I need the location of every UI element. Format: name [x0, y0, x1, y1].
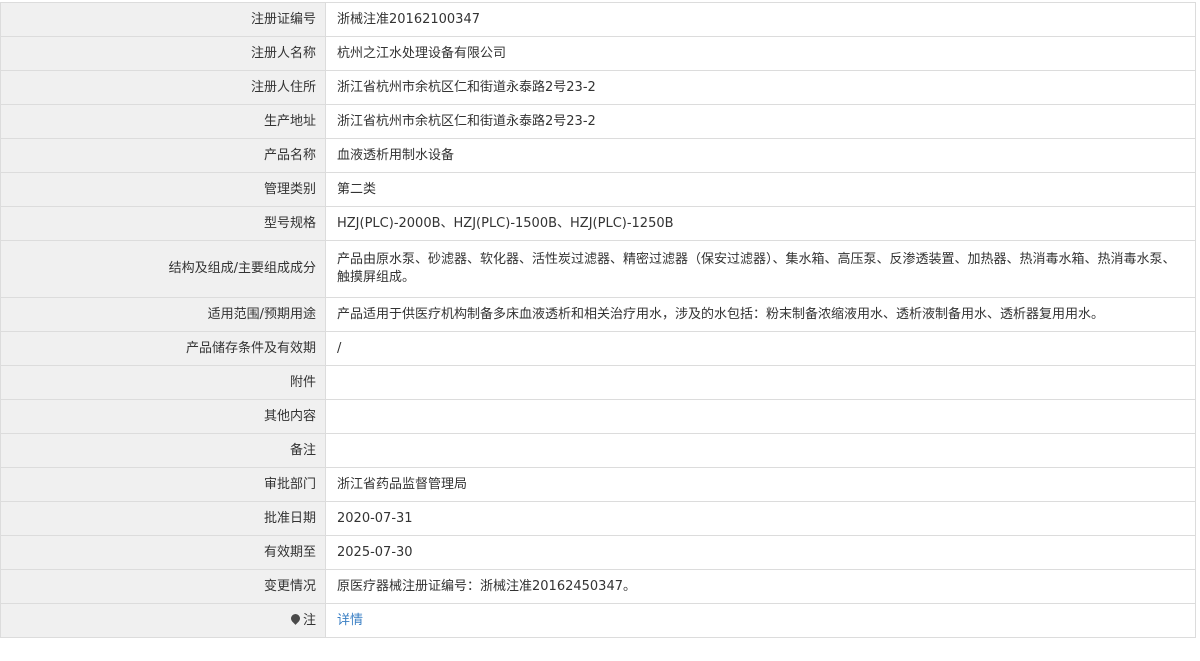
value-valid-until: 2025-07-30 — [325, 535, 1196, 570]
row-structure-composition: 结构及组成/主要组成成分 产品由原水泵、砂滤器、软化器、活性炭过滤器、精密过滤器… — [0, 240, 1196, 298]
value-approval-department: 浙江省药品监督管理局 — [325, 467, 1196, 502]
label-storage-validity: 产品储存条件及有效期 — [0, 331, 326, 366]
label-registration-number: 注册证编号 — [0, 2, 326, 37]
value-change-history: 原医疗器械注册证编号：浙械注准20162450347。 — [325, 569, 1196, 604]
value-storage-validity: / — [325, 331, 1196, 366]
row-remarks: 备注 — [0, 433, 1196, 468]
label-registrant-address: 注册人住所 — [0, 70, 326, 105]
registration-detail-table: 注册证编号 浙械注准20162100347 注册人名称 杭州之江水处理设备有限公… — [0, 2, 1196, 638]
label-management-category: 管理类别 — [0, 172, 326, 207]
row-intended-use: 适用范围/预期用途 产品适用于供医疗机构制备多床血液透析和相关治疗用水，涉及的水… — [0, 297, 1196, 332]
row-registrant-name: 注册人名称 杭州之江水处理设备有限公司 — [0, 36, 1196, 71]
value-registrant-name: 杭州之江水处理设备有限公司 — [325, 36, 1196, 71]
row-registration-number: 注册证编号 浙械注准20162100347 — [0, 2, 1196, 37]
value-other-content — [325, 399, 1196, 434]
label-change-history: 变更情况 — [0, 569, 326, 604]
row-product-name: 产品名称 血液透析用制水设备 — [0, 138, 1196, 173]
label-approval-department: 审批部门 — [0, 467, 326, 502]
map-pin-icon — [289, 611, 302, 625]
value-registrant-address: 浙江省杭州市余杭区仁和街道永泰路2号23-2 — [325, 70, 1196, 105]
value-note: 详情 — [325, 603, 1196, 638]
row-attachment: 附件 — [0, 365, 1196, 400]
value-approval-date: 2020-07-31 — [325, 501, 1196, 536]
label-product-name: 产品名称 — [0, 138, 326, 173]
label-valid-until: 有效期至 — [0, 535, 326, 570]
label-production-address: 生产地址 — [0, 104, 326, 139]
details-link[interactable]: 详情 — [337, 613, 363, 628]
value-intended-use: 产品适用于供医疗机构制备多床血液透析和相关治疗用水，涉及的水包括：粉末制备浓缩液… — [325, 297, 1196, 332]
note-label: 注 — [302, 612, 316, 628]
row-registrant-address: 注册人住所 浙江省杭州市余杭区仁和街道永泰路2号23-2 — [0, 70, 1196, 105]
label-approval-date: 批准日期 — [0, 501, 326, 536]
row-change-history: 变更情况 原医疗器械注册证编号：浙械注准20162450347。 — [0, 569, 1196, 604]
label-note: 注 — [0, 603, 326, 638]
label-registrant-name: 注册人名称 — [0, 36, 326, 71]
value-registration-number: 浙械注准20162100347 — [325, 2, 1196, 37]
value-attachment — [325, 365, 1196, 400]
label-structure-composition: 结构及组成/主要组成成分 — [0, 240, 326, 298]
label-remarks: 备注 — [0, 433, 326, 468]
row-approval-date: 批准日期 2020-07-31 — [0, 501, 1196, 536]
row-management-category: 管理类别 第二类 — [0, 172, 1196, 207]
row-storage-validity: 产品储存条件及有效期 / — [0, 331, 1196, 366]
row-approval-department: 审批部门 浙江省药品监督管理局 — [0, 467, 1196, 502]
value-production-address: 浙江省杭州市余杭区仁和街道永泰路2号23-2 — [325, 104, 1196, 139]
value-structure-composition: 产品由原水泵、砂滤器、软化器、活性炭过滤器、精密过滤器（保安过滤器）、集水箱、高… — [325, 240, 1196, 298]
row-note: 注 详情 — [0, 603, 1196, 638]
value-remarks — [325, 433, 1196, 468]
row-model-spec: 型号规格 HZJ(PLC)-2000B、HZJ(PLC)-1500B、HZJ(P… — [0, 206, 1196, 241]
value-product-name: 血液透析用制水设备 — [325, 138, 1196, 173]
label-model-spec: 型号规格 — [0, 206, 326, 241]
label-other-content: 其他内容 — [0, 399, 326, 434]
label-intended-use: 适用范围/预期用途 — [0, 297, 326, 332]
value-management-category: 第二类 — [325, 172, 1196, 207]
detail-table-container: 注册证编号 浙械注准20162100347 注册人名称 杭州之江水处理设备有限公… — [0, 2, 1196, 638]
value-model-spec: HZJ(PLC)-2000B、HZJ(PLC)-1500B、HZJ(PLC)-1… — [325, 206, 1196, 241]
row-valid-until: 有效期至 2025-07-30 — [0, 535, 1196, 570]
label-attachment: 附件 — [0, 365, 326, 400]
row-other-content: 其他内容 — [0, 399, 1196, 434]
row-production-address: 生产地址 浙江省杭州市余杭区仁和街道永泰路2号23-2 — [0, 104, 1196, 139]
